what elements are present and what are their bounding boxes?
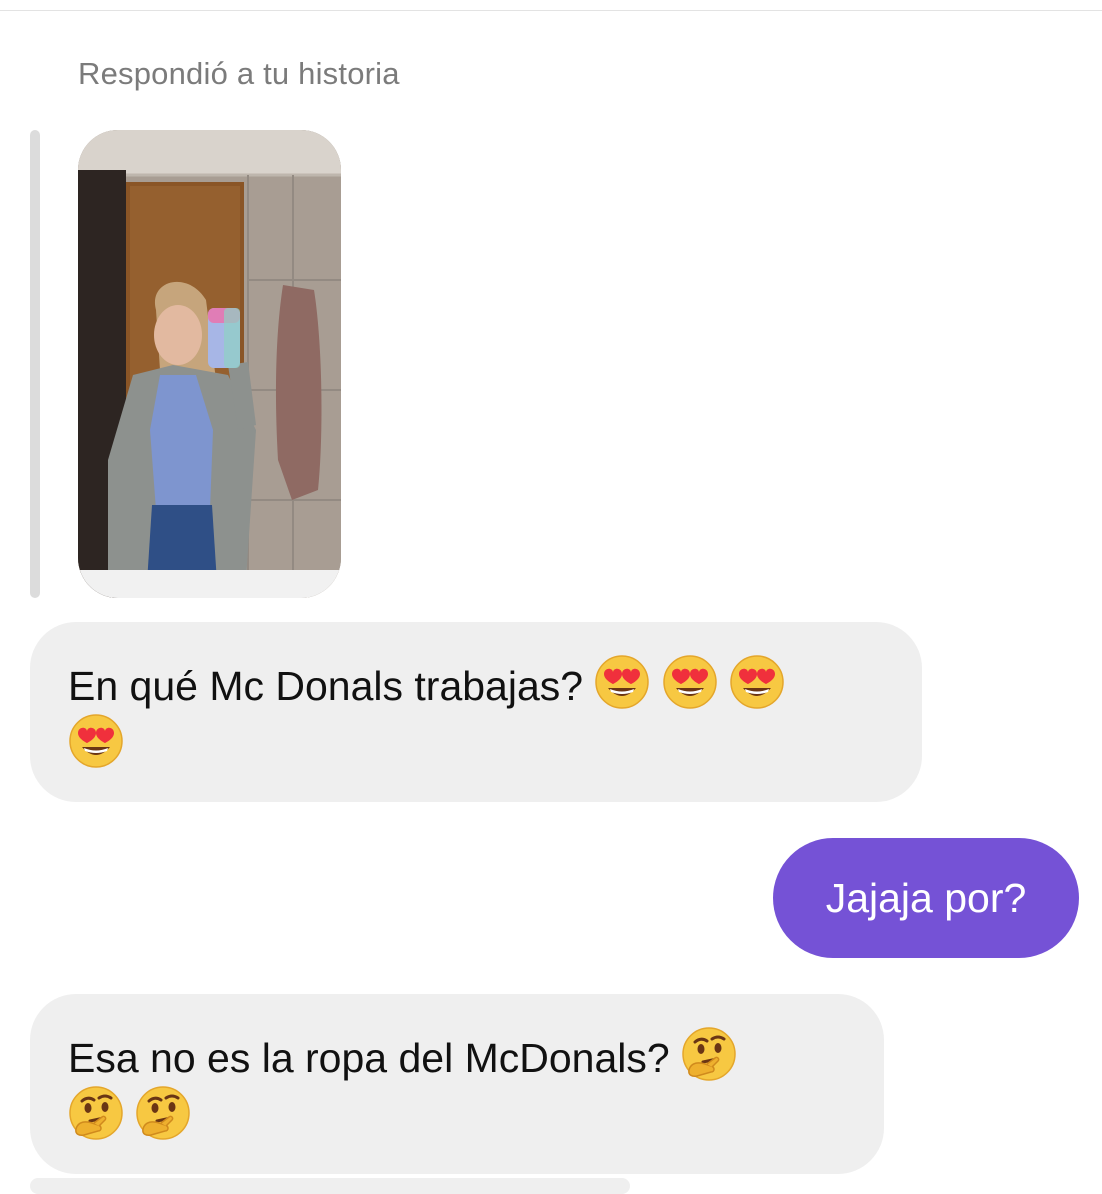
message-text: Jajaja por? xyxy=(825,875,1027,921)
thinking-face-emoji-icon xyxy=(68,1085,124,1141)
outgoing-message[interactable]: Jajaja por? xyxy=(773,838,1079,958)
heart-eyes-emoji-icon xyxy=(594,654,650,710)
message-text: Esa no es la ropa del McDonals? xyxy=(68,1035,670,1081)
incoming-message[interactable]: En qué Mc Donals trabajas? xyxy=(30,622,922,802)
thinking-face-emoji-icon xyxy=(135,1085,191,1141)
story-reply-label: Respondió a tu historia xyxy=(78,56,400,91)
reply-indicator-bar xyxy=(30,130,40,598)
heart-eyes-emoji-icon xyxy=(662,654,718,710)
message-text: En qué Mc Donals trabajas? xyxy=(68,663,584,709)
story-thumbnail[interactable] xyxy=(78,130,341,598)
story-photo xyxy=(78,130,341,598)
top-divider xyxy=(0,10,1102,11)
incoming-message[interactable]: Esa no es la ropa del McDonals? xyxy=(30,994,884,1174)
heart-eyes-emoji-icon xyxy=(729,654,785,710)
heart-eyes-emoji-icon xyxy=(68,713,124,769)
thinking-face-emoji-icon xyxy=(681,1026,737,1082)
next-message-bubble-edge xyxy=(30,1178,630,1194)
